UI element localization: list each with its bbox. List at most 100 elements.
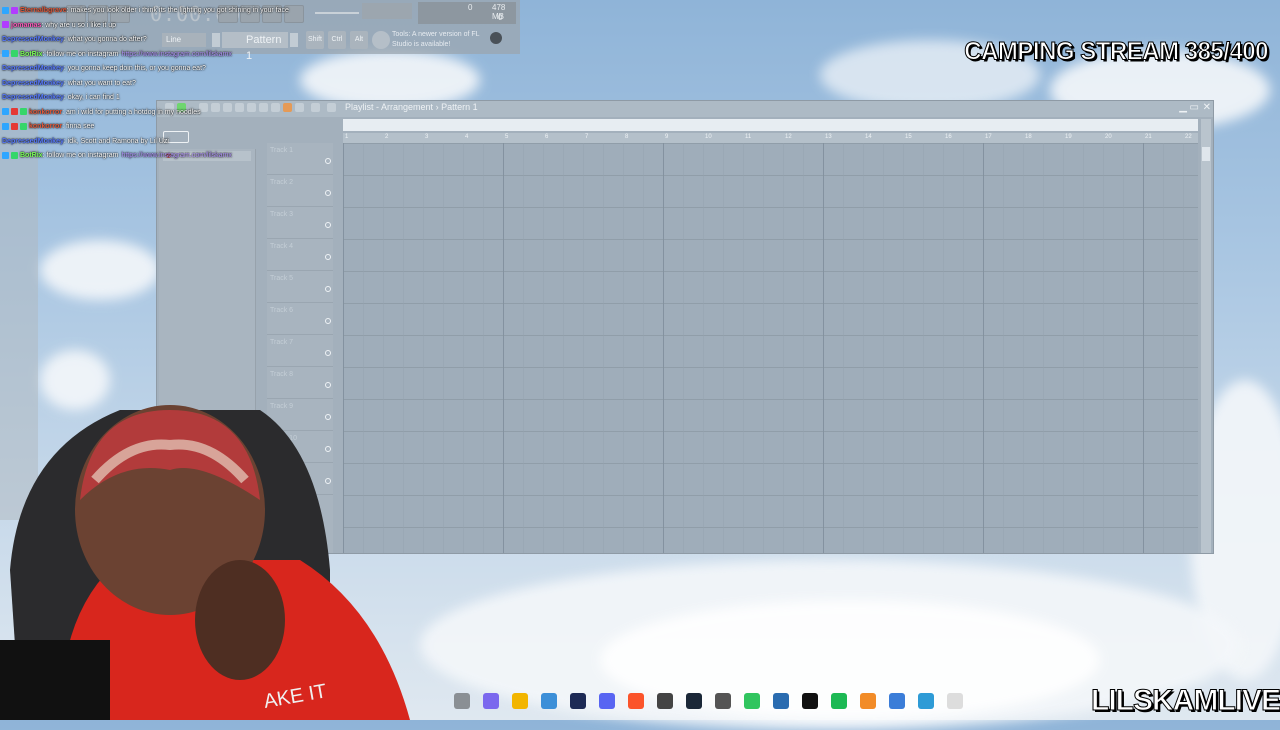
file-explorer-icon[interactable] <box>512 693 528 709</box>
magnify-icon[interactable] <box>311 103 320 112</box>
chat-message: BotRix: follow me on instagram https://ww… <box>2 48 302 63</box>
4k-downloader-icon[interactable] <box>773 693 789 709</box>
streamlabs-icon[interactable] <box>744 693 760 709</box>
title-separator: › <box>435 102 439 112</box>
alt-key-indicator: Alt <box>350 31 368 49</box>
ruler-bar-number: 22 <box>1185 134 1192 140</box>
chat-badge-icon <box>20 122 27 130</box>
ruler-bar-number: 9 <box>665 134 669 140</box>
playlist-titlebar[interactable]: Playlist - Arrangement › Pattern 1 ▁ ▭ ✕ <box>157 101 1213 117</box>
channel-name: LILSKAMLIVE <box>1091 684 1280 718</box>
chat-text: idk, Scott and Ramona by Lil Uzi <box>67 137 169 145</box>
maximize-button[interactable]: ▭ <box>1190 102 1199 113</box>
chat-message: DepressedMonkey: what you want to eat? <box>2 79 136 87</box>
store-icon[interactable] <box>541 693 557 709</box>
chat-username: jomamas <box>11 21 42 29</box>
track-enable-icon[interactable] <box>325 254 331 260</box>
ruler-bar-number: 18 <box>1025 134 1032 140</box>
chat-username: BotRix <box>20 152 43 159</box>
photoshop-icon[interactable] <box>570 693 586 709</box>
ruler-bar-number: 3 <box>425 134 429 140</box>
streamer-image: AKE IT <box>0 405 410 720</box>
track-header[interactable]: Track 3 <box>267 207 333 239</box>
ruler-bar-number: 4 <box>465 134 469 140</box>
track-enable-icon[interactable] <box>325 222 331 228</box>
ruler-bar-number: 1 <box>345 134 349 140</box>
chat-text: follow me on instagram <box>46 50 119 58</box>
file-icon[interactable] <box>947 693 963 709</box>
capcut-icon[interactable] <box>802 693 818 709</box>
chat-link[interactable]: https://www.instagram.com/lilskamx <box>121 51 231 58</box>
chat-text: follow me on instagram <box>46 152 119 159</box>
track-name: Track 5 <box>270 275 294 282</box>
photos-icon[interactable] <box>918 693 934 709</box>
playlist-pattern[interactable]: Pattern 1 <box>441 102 478 112</box>
track-enable-icon[interactable] <box>325 350 331 356</box>
track-name: Track 3 <box>270 211 294 218</box>
chat-link[interactable]: https://www.instagram.com/lilskamx <box>121 152 231 159</box>
close-button[interactable]: ✕ <box>1203 102 1211 113</box>
chat-message: konkorror: am i wild for putting a hotdo… <box>2 106 302 121</box>
overview-strip[interactable] <box>343 119 1198 131</box>
track-header[interactable]: Track 2 <box>267 175 333 207</box>
speaker-icon[interactable] <box>327 103 336 112</box>
track-enable-icon[interactable] <box>325 158 331 164</box>
update-hint: Tools: A newer version of FL Studio is a… <box>392 31 480 48</box>
chat-badge-icon <box>2 108 9 116</box>
copilot-icon[interactable] <box>483 693 499 709</box>
chat-text: what you gonna do after? <box>67 36 147 43</box>
chat-text: okay, i can find 1 <box>67 94 120 101</box>
chat-badge-icon <box>11 151 18 159</box>
memory-meter: 0 478 MB 0 <box>418 2 516 24</box>
timeline-ruler[interactable]: 1 2 3 4 5 6 7 8 9 10 11 12 13 14 15 16 17 18 19 20 21 22 <box>343 133 1198 143</box>
chat-message: DepressedMonkey: you gonna keep doin thi… <box>2 65 206 72</box>
tempo-knob-icon[interactable] <box>490 32 502 44</box>
keyboard-icon[interactable] <box>715 693 731 709</box>
chat-badge-icon <box>11 108 18 116</box>
chat-text: why are u so i like it up <box>45 21 117 29</box>
hint-bar-icon <box>372 31 390 49</box>
taskbar <box>440 688 980 716</box>
track-header[interactable]: Track 7 <box>267 335 333 367</box>
widgets-icon[interactable] <box>454 693 470 709</box>
notepad-icon[interactable] <box>889 693 905 709</box>
chat-username: Eternalbgrave <box>20 7 67 14</box>
chat-message: konkorror: finna see <box>2 120 302 135</box>
minimize-button[interactable]: ▁ <box>1179 102 1187 113</box>
ruler-bar-number: 19 <box>1065 134 1072 140</box>
brave-icon[interactable] <box>628 693 644 709</box>
track-enable-icon[interactable] <box>325 190 331 196</box>
chat-text: you gonna keep doin this, or you gonna e… <box>67 65 206 72</box>
chat-username: konkorror <box>29 108 63 116</box>
track-header[interactable]: Track 5 <box>267 271 333 303</box>
ruler-bar-number: 8 <box>625 134 629 140</box>
obs-icon[interactable] <box>657 693 673 709</box>
arrangement-grid[interactable] <box>343 143 1198 553</box>
ruler-bar-number: 10 <box>705 134 712 140</box>
ctrl-key-indicator: Ctrl <box>328 31 346 49</box>
spotify-icon[interactable] <box>831 693 847 709</box>
master-volume-slider[interactable] <box>315 12 359 14</box>
chat-text: what you want to eat? <box>67 79 136 87</box>
chat-username: DepressedMonkey <box>2 137 64 145</box>
ruler-bar-number: 5 <box>505 134 509 140</box>
track-header[interactable]: Track 6 <box>267 303 333 335</box>
discord-icon[interactable] <box>599 693 615 709</box>
track-name: Track 4 <box>270 243 294 250</box>
track-enable-icon[interactable] <box>325 318 331 324</box>
steam-icon[interactable] <box>686 693 702 709</box>
chat-message: DepressedMonkey: what you gonna do after… <box>2 36 147 43</box>
vertical-scrollbar[interactable] <box>1201 119 1211 553</box>
chat-username: DepressedMonkey <box>2 65 64 72</box>
chat-text: finna see <box>65 123 95 130</box>
track-header[interactable]: Track 4 <box>267 239 333 271</box>
shift-key-indicator: Shift <box>306 31 324 49</box>
fl-studio-icon[interactable] <box>860 693 876 709</box>
track-enable-icon[interactable] <box>325 286 331 292</box>
stream-title: CAMPING STREAM 385/400 <box>964 37 1269 66</box>
track-enable-icon[interactable] <box>325 382 331 388</box>
ruler-bar-number: 16 <box>945 134 952 140</box>
ruler-bar-number: 17 <box>985 134 992 140</box>
chat-badge-icon <box>20 108 27 116</box>
chat-badge-icon <box>11 50 18 58</box>
